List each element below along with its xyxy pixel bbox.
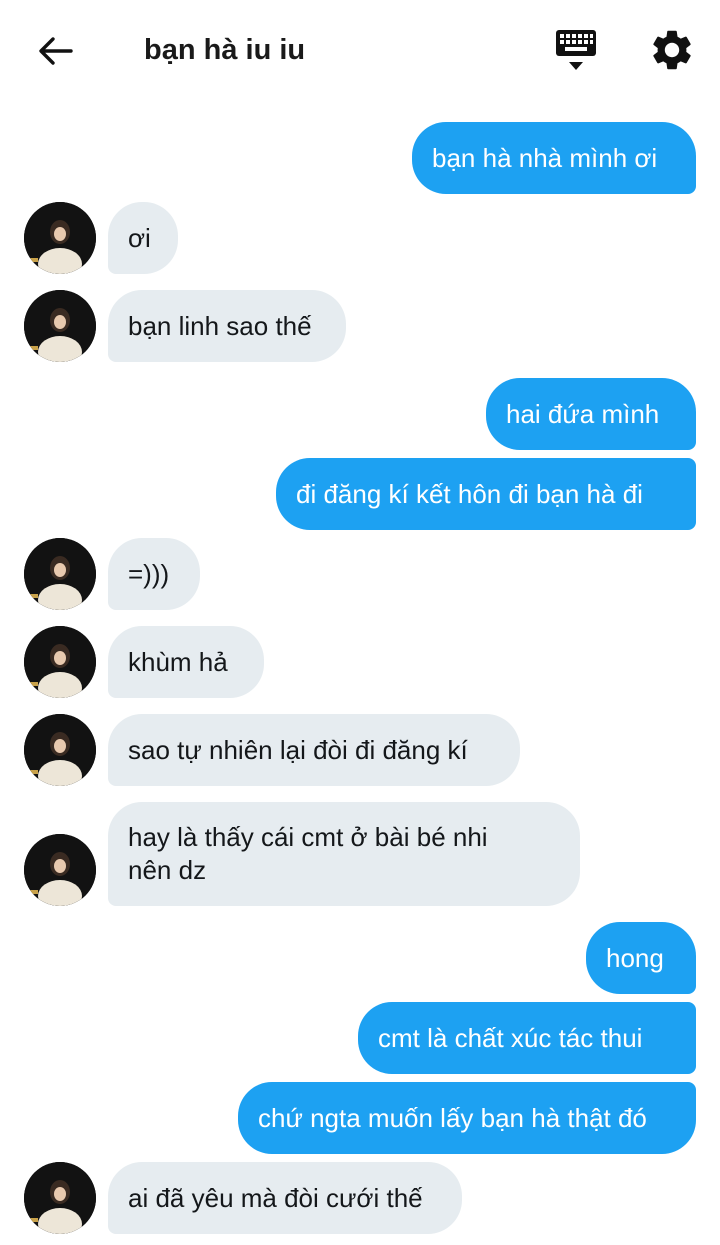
settings-button[interactable] <box>648 26 696 74</box>
message-bubble-outgoing[interactable]: hai đứa mình <box>486 378 696 450</box>
avatar[interactable] <box>24 290 96 362</box>
message-bubble-incoming[interactable]: khùm hả <box>108 626 264 698</box>
chat-header: bạn hà iu iu <box>0 0 720 100</box>
message-bubble-incoming[interactable]: hay là thấy cái cmt ở bài bé nhi nên dz <box>108 802 580 906</box>
message-bubble-outgoing[interactable]: chứ ngta muốn lấy bạn hà thật đó <box>238 1082 696 1154</box>
message-line: nên dz <box>128 855 207 885</box>
avatar[interactable] <box>24 714 96 786</box>
avatar[interactable] <box>24 1162 96 1234</box>
avatar[interactable] <box>24 626 96 698</box>
keyboard-button[interactable] <box>552 28 600 74</box>
keyboard-icon <box>556 30 596 70</box>
back-button[interactable] <box>30 28 80 74</box>
conversation-title: bạn hà iu iu <box>144 34 306 66</box>
message-bubble-outgoing[interactable]: hong <box>586 922 696 994</box>
message-bubble-outgoing[interactable]: cmt là chất xúc tác thui <box>358 1002 696 1074</box>
message-line: hay là thấy cái cmt ở bài bé nhi <box>128 822 488 852</box>
message-bubble-incoming[interactable]: =))) <box>108 538 200 610</box>
message-bubble-outgoing[interactable]: đi đăng kí kết hôn đi bạn hà đi <box>276 458 696 530</box>
message-bubble-outgoing[interactable]: bạn hà nhà mình ơi <box>412 122 696 194</box>
message-bubble-incoming[interactable]: ai đã yêu mà đòi cưới thế <box>108 1162 462 1234</box>
message-bubble-incoming[interactable]: ơi <box>108 202 178 274</box>
gear-icon <box>653 30 691 70</box>
message-bubble-incoming[interactable]: sao tự nhiên lại đòi đi đăng kí <box>108 714 520 786</box>
avatar[interactable] <box>24 202 96 274</box>
avatar[interactable] <box>24 834 96 906</box>
message-bubble-incoming[interactable]: bạn linh sao thế <box>108 290 346 362</box>
avatar[interactable] <box>24 538 96 610</box>
arrow-left-icon <box>39 37 73 65</box>
